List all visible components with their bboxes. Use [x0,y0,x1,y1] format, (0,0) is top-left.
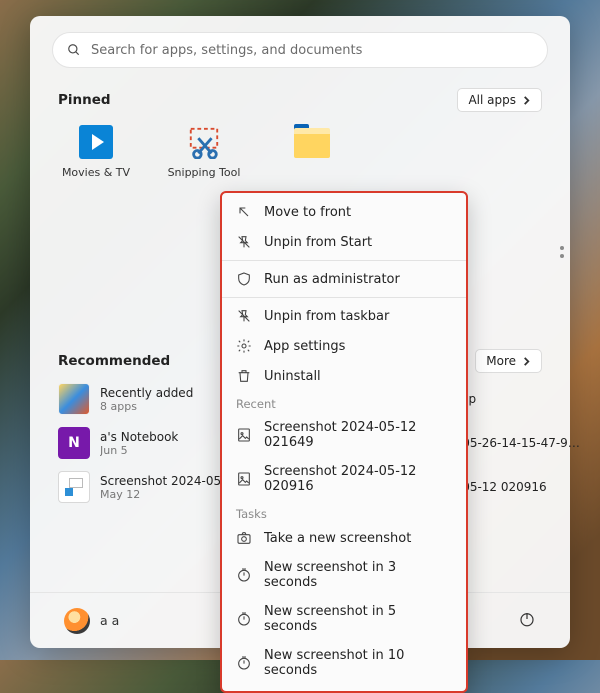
unpin-icon [236,234,252,250]
gear-icon [236,338,252,354]
ctx-label: Move to front [264,205,351,220]
power-icon [518,610,536,628]
pinned-header: Pinned All apps [30,76,570,116]
search-icon [67,43,81,57]
ctx-label: New screenshot in 5 seconds [264,604,452,634]
ctx-unpin-taskbar[interactable]: Unpin from taskbar [222,301,466,331]
ctx-task-new-screenshot[interactable]: Take a new screenshot [222,523,466,553]
camera-icon [236,530,252,546]
ctx-move-to-front[interactable]: Move to front [222,197,466,227]
ctx-label: Screenshot 2024-05-12 021649 [264,420,452,450]
all-apps-button[interactable]: All apps [457,88,542,112]
file-explorer-icon [294,130,330,158]
movies-tv-icon [79,125,113,159]
ctx-task-3s[interactable]: New screenshot in 3 seconds [222,553,466,597]
snipping-tool-icon [186,124,222,160]
user-account-button[interactable]: a a [64,608,119,634]
ctx-label: Take a new screenshot [264,531,411,546]
apps-collage-icon [58,383,90,415]
arrow-up-left-icon [236,204,252,220]
ctx-tasks-header: Tasks [222,501,466,523]
timer-10-icon [236,655,252,671]
search-box[interactable]: Search for apps, settings, and documents [52,32,548,68]
pinned-app-snipping-tool[interactable]: Snipping Tool [168,124,240,179]
ctx-label: Uninstall [264,369,321,384]
timer-3-icon [236,567,252,583]
ctx-label: Unpin from Start [264,235,372,250]
pinned-app-label: Movies & TV [57,166,135,179]
ctx-app-settings[interactable]: App settings [222,331,466,361]
separator [222,297,466,298]
pinned-title: Pinned [58,92,111,108]
chevron-right-icon [522,357,531,366]
ctx-unpin-start[interactable]: Unpin from Start [222,227,466,257]
ctx-label: Unpin from taskbar [264,309,389,324]
ctx-label: New screenshot in 3 seconds [264,560,452,590]
ctx-recent-item[interactable]: Screenshot 2024-05-12 020916 [222,457,466,501]
timer-5-icon [236,611,252,627]
ctx-recent-item[interactable]: Screenshot 2024-05-12 021649 [222,413,466,457]
recommended-title: Recommended [58,353,170,369]
ctx-label: New screenshot in 10 seconds [264,648,452,678]
reco-subtitle: 8 apps [100,400,193,413]
separator [222,260,466,261]
context-menu: Move to front Unpin from Start Run as ad… [220,191,468,693]
reco-title: Recently added [100,386,193,400]
start-menu-panel: Search for apps, settings, and documents… [30,16,570,648]
reco-title: a's Notebook [100,430,178,444]
search-placeholder: Search for apps, settings, and documents [91,43,362,58]
ctx-uninstall[interactable]: Uninstall [222,361,466,391]
ctx-label: Screenshot 2024-05-12 020916 [264,464,452,494]
pinned-app-label: Snipping Tool [165,166,243,179]
image-file-icon [236,471,252,487]
ctx-label: Run as administrator [264,272,400,287]
reco-subtitle: Jun 5 [100,444,178,457]
ctx-run-admin[interactable]: Run as administrator [222,264,466,294]
chevron-right-icon [522,96,531,105]
pinned-app-file-explorer[interactable]: File Explorer [276,124,348,179]
ctx-label: App settings [264,339,345,354]
image-file-icon [236,427,252,443]
pinned-apps-row: Movies & TV Snipping Tool File Explorer [30,116,570,187]
more-label: More [486,354,516,368]
username: a a [100,613,119,628]
pinned-app-movies-tv[interactable]: Movies & TV [60,124,132,179]
avatar [64,608,90,634]
unpin-icon [236,308,252,324]
ctx-task-5s[interactable]: New screenshot in 5 seconds [222,597,466,641]
image-file-icon [58,471,90,503]
all-apps-label: All apps [468,93,516,107]
ctx-recent-header: Recent [222,391,466,413]
ctx-task-10s[interactable]: New screenshot in 10 seconds [222,641,466,685]
page-dots[interactable] [560,246,564,258]
power-button[interactable] [518,610,536,632]
trash-icon [236,368,252,384]
onenote-icon: N [58,427,90,459]
shield-icon [236,271,252,287]
more-button[interactable]: More [475,349,542,373]
